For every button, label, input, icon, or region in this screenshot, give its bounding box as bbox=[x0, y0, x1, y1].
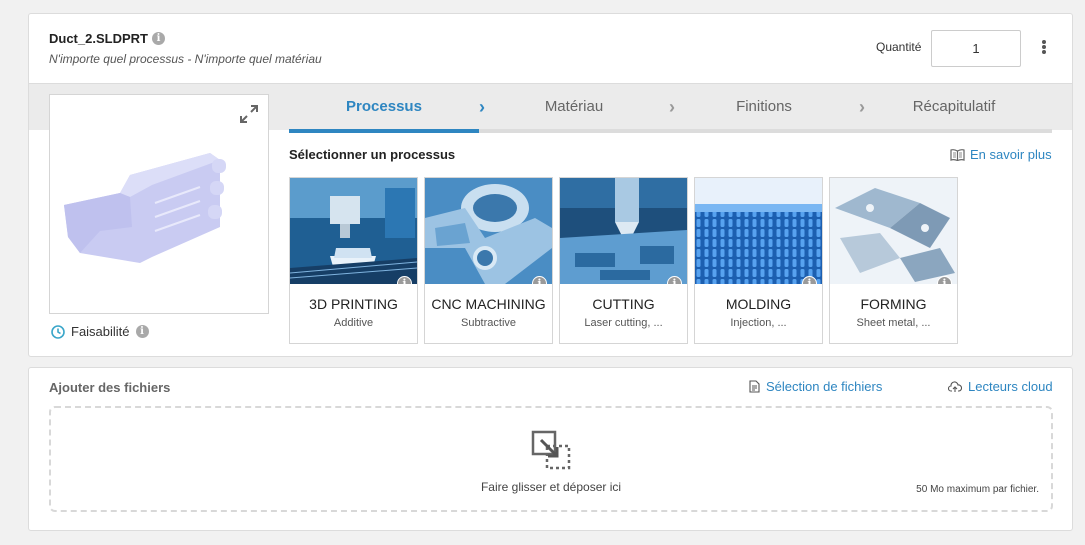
select-process-title: Sélectionner un processus bbox=[289, 147, 456, 162]
learn-more-link[interactable]: En savoir plus bbox=[950, 147, 1052, 162]
tab-finitions[interactable]: Finitions › bbox=[669, 83, 865, 130]
active-step-indicator bbox=[289, 129, 479, 133]
select-files-link[interactable]: Sélection de fichiers bbox=[749, 379, 882, 394]
file-size-limit: 50 Mo maximum par fichier. bbox=[916, 484, 1039, 495]
feasibility-label: Faisabilité bbox=[71, 324, 130, 339]
quantity-label: Quantité bbox=[876, 40, 922, 54]
forming-image: i bbox=[830, 178, 957, 284]
more-options-icon[interactable] bbox=[1037, 36, 1051, 58]
info-icon[interactable]: i bbox=[667, 276, 682, 284]
tile-name: FORMING bbox=[860, 296, 927, 312]
tab-label: Matériau bbox=[544, 98, 604, 115]
info-icon[interactable]: i bbox=[151, 32, 165, 45]
tile-name: CUTTING bbox=[592, 296, 655, 312]
step-tabs: Processus › Matériau › Finitions › Récap… bbox=[289, 83, 1052, 130]
file-subtitle: N'importe quel processus - N'importe que… bbox=[49, 52, 322, 66]
add-files-card: Ajouter des fichiers Sélection de fichie… bbox=[28, 367, 1073, 531]
tab-label: Processus bbox=[346, 98, 422, 115]
info-icon[interactable]: i bbox=[135, 325, 149, 338]
info-icon[interactable]: i bbox=[937, 276, 952, 284]
cloud-drives-label: Lecteurs cloud bbox=[968, 379, 1053, 394]
process-tile-3d-printing[interactable]: i 3D PRINTING Additive bbox=[289, 177, 418, 344]
cloud-upload-icon bbox=[948, 380, 962, 392]
quantity-input[interactable] bbox=[931, 30, 1021, 67]
tab-processus[interactable]: Processus › bbox=[289, 83, 485, 130]
tile-name: MOLDING bbox=[725, 296, 792, 312]
tile-subtitle: Laser cutting, ... bbox=[584, 317, 663, 329]
process-tile-cutting[interactable]: i CUTTING Laser cutting, ... bbox=[559, 177, 688, 344]
expand-icon[interactable] bbox=[238, 103, 260, 125]
tab-materiau[interactable]: Matériau › bbox=[479, 83, 675, 130]
process-tiles: i 3D PRINTING Additive i CNC MACHINING S… bbox=[289, 177, 958, 344]
drag-drop-icon bbox=[531, 430, 571, 470]
cnc-machining-image: i bbox=[425, 178, 552, 284]
3d-printing-image: i bbox=[290, 178, 417, 284]
part-card: Duct_2.SLDPRT i N'importe quel processus… bbox=[28, 13, 1073, 357]
process-tile-cnc-machining[interactable]: i CNC MACHINING Subtractive bbox=[424, 177, 553, 344]
file-name: Duct_2.SLDPRT bbox=[49, 31, 148, 46]
file-icon bbox=[749, 380, 760, 393]
tab-label: Récapitulatif bbox=[912, 98, 996, 115]
tile-subtitle: Injection, ... bbox=[730, 317, 787, 329]
tab-label: Finitions bbox=[736, 98, 792, 115]
process-tile-molding[interactable]: i MOLDING Injection, ... bbox=[694, 177, 823, 344]
tile-subtitle: Sheet metal, ... bbox=[856, 317, 931, 329]
part-3d-model bbox=[64, 153, 226, 263]
drop-zone-text: Faire glisser et déposer ici bbox=[480, 480, 622, 494]
feasibility: Faisabilité i bbox=[51, 324, 149, 339]
tile-name: CNC MACHINING bbox=[431, 296, 546, 312]
tile-subtitle: Additive bbox=[333, 317, 374, 329]
tile-name: 3D PRINTING bbox=[309, 296, 398, 312]
select-files-label: Sélection de fichiers bbox=[766, 379, 883, 394]
process-tile-forming[interactable]: i FORMING Sheet metal, ... bbox=[829, 177, 958, 344]
drop-zone[interactable]: Faire glisser et déposer ici 50 Mo maxim… bbox=[49, 406, 1053, 512]
info-icon[interactable]: i bbox=[802, 276, 817, 284]
info-icon[interactable]: i bbox=[532, 276, 547, 284]
add-files-title: Ajouter des fichiers bbox=[49, 380, 171, 395]
tile-subtitle: Subtractive bbox=[460, 317, 517, 329]
info-icon[interactable]: i bbox=[397, 276, 412, 284]
cutting-image: i bbox=[560, 178, 687, 284]
clock-icon bbox=[51, 324, 65, 339]
cloud-drives-link[interactable]: Lecteurs cloud bbox=[948, 379, 1053, 394]
learn-more-label: En savoir plus bbox=[970, 147, 1052, 162]
tab-recapitulatif[interactable]: Récapitulatif bbox=[859, 83, 1049, 130]
part-preview[interactable] bbox=[49, 94, 269, 314]
step-underline bbox=[289, 129, 1052, 133]
book-icon bbox=[950, 149, 965, 161]
molding-image: i bbox=[695, 178, 822, 284]
file-title: Duct_2.SLDPRT i bbox=[49, 31, 165, 46]
